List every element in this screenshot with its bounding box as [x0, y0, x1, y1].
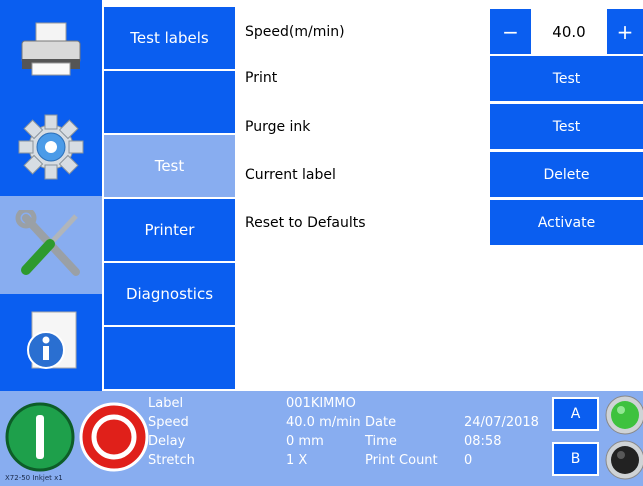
head-b-button[interactable]: B — [552, 442, 599, 476]
status-bar: Label Speed Delay Stretch 001KIMMO 40.0 … — [0, 391, 643, 486]
menu-empty-2[interactable] — [104, 327, 235, 389]
status-time-value: 08:58 — [464, 434, 502, 449]
tools-icon — [15, 210, 80, 276]
speed-increase-button[interactable]: + — [607, 9, 643, 54]
purge-ink-test-button[interactable]: Test — [490, 104, 643, 149]
current-label-label: Current label — [245, 167, 336, 183]
menu-printer[interactable]: Printer — [104, 199, 235, 261]
head-a-button[interactable]: A — [552, 397, 599, 431]
status-time-key: Time — [365, 434, 397, 449]
menu-empty-1[interactable] — [104, 71, 235, 133]
reset-defaults-label: Reset to Defaults — [245, 215, 366, 231]
menu-test-labels[interactable]: Test labels — [104, 7, 235, 69]
nav-printer[interactable] — [0, 0, 102, 98]
speed-decrease-button[interactable]: − — [490, 9, 531, 54]
status-speed-value: 40.0 m/min — [286, 415, 361, 430]
speed-label: Speed(m/min) — [245, 24, 345, 40]
info-icon — [27, 311, 77, 369]
status-label-key: Label — [148, 396, 184, 411]
status-stretch-value: 1 X — [286, 453, 308, 468]
status-count-key: Print Count — [365, 453, 438, 468]
status-date-value: 24/07/2018 — [464, 415, 539, 430]
status-lamp-green-icon — [605, 395, 643, 435]
print-label: Print — [245, 70, 278, 86]
reset-activate-button[interactable]: Activate — [490, 200, 643, 245]
print-test-button[interactable]: Test — [490, 56, 643, 101]
status-label-value: 001KIMMO — [286, 396, 356, 411]
nav-settings[interactable] — [0, 98, 102, 196]
start-button[interactable] — [4, 401, 76, 473]
status-delay-key: Delay — [148, 434, 186, 449]
stop-button[interactable] — [78, 401, 150, 473]
speed-value-field[interactable]: 40.0 — [531, 9, 607, 54]
delete-label-button[interactable]: Delete — [490, 152, 643, 197]
nav-tools[interactable] — [0, 196, 102, 294]
status-lamp-off-icon — [605, 440, 643, 480]
printer-icon — [21, 22, 81, 76]
gear-icon — [18, 114, 84, 180]
nav-info[interactable] — [0, 294, 102, 392]
status-count-value: 0 — [464, 453, 473, 468]
menu-test[interactable]: Test — [104, 135, 235, 197]
device-model-text: X72-50 Inkjet x1 — [5, 474, 63, 482]
menu-diagnostics[interactable]: Diagnostics — [104, 263, 235, 325]
purge-ink-label: Purge ink — [245, 119, 311, 135]
status-speed-key: Speed — [148, 415, 189, 430]
status-date-key: Date — [365, 415, 397, 430]
status-delay-value: 0 mm — [286, 434, 324, 449]
status-stretch-key: Stretch — [148, 453, 195, 468]
